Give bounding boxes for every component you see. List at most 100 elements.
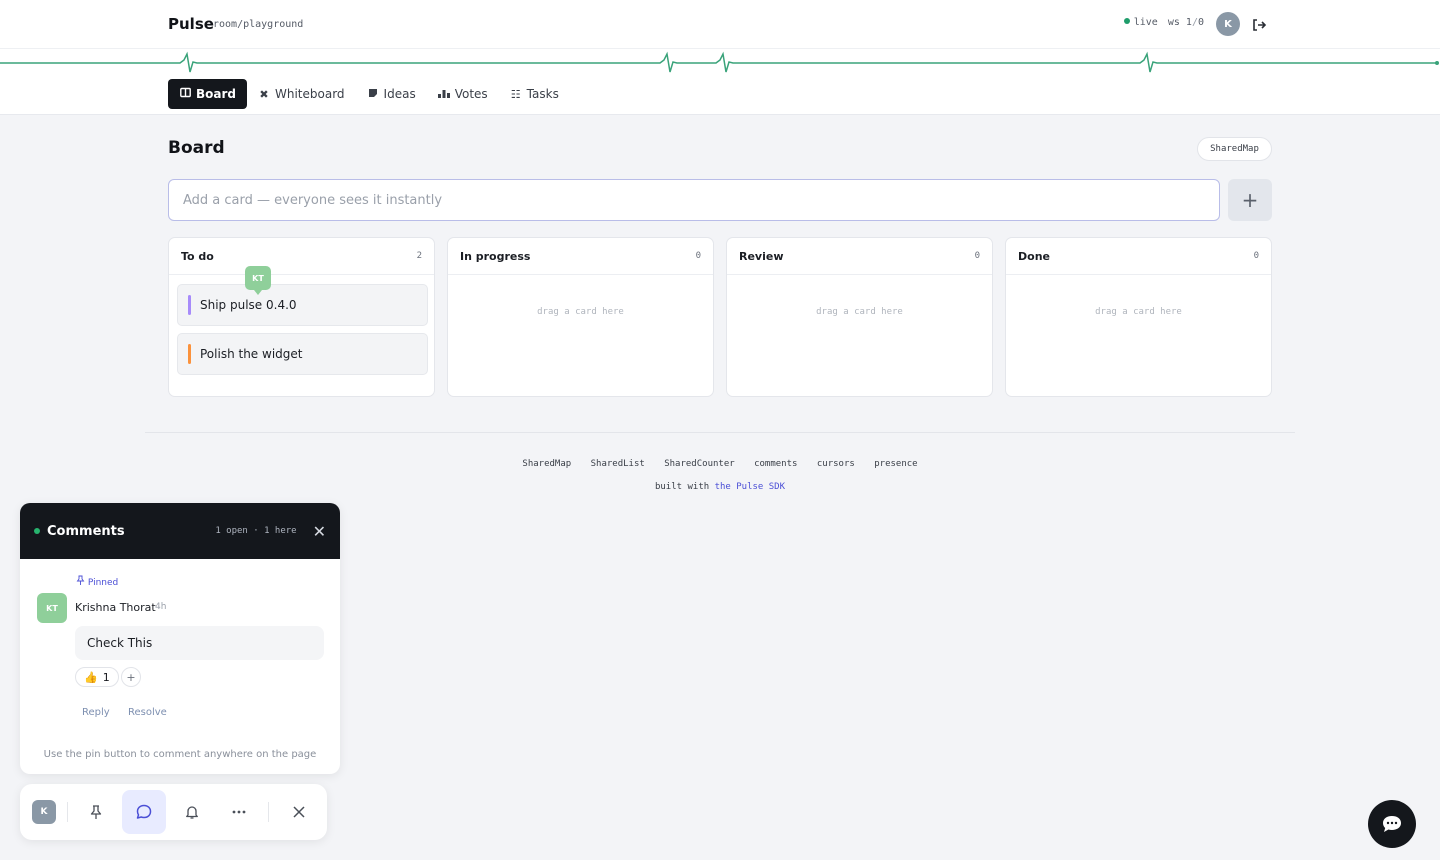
- status-live: live: [1133, 17, 1158, 28]
- comments-panel: Comments 1 open · 1 here ✕ Pinned KT Kri…: [20, 503, 340, 774]
- chat-icon: [1383, 816, 1401, 832]
- add-card-input[interactable]: [168, 179, 1220, 221]
- tools-icon: ✖: [259, 87, 269, 101]
- reply-button[interactable]: Reply: [82, 707, 110, 718]
- footer-link: cursors: [816, 459, 855, 469]
- pin-button[interactable]: [74, 790, 118, 834]
- kanban-columns: To do 2 Ship pulse 0.4.0 Polish the widg…: [168, 237, 1272, 397]
- built-prefix: built with: [654, 482, 710, 492]
- footer-link: comments: [754, 459, 798, 469]
- sdk-link[interactable]: the Pulse SDK: [715, 482, 785, 492]
- board-icon: [179, 87, 191, 101]
- close-icon[interactable]: ✕: [313, 522, 326, 541]
- status-ws: ws: [1167, 17, 1180, 28]
- footer-link: SharedCounter: [664, 459, 735, 469]
- comment-body: Check This: [75, 626, 324, 660]
- comments-hint: Use the pin button to comment anywhere o…: [43, 749, 317, 760]
- toolbar-avatar: K: [32, 800, 56, 824]
- card-item[interactable]: Ship pulse 0.4.0: [177, 284, 428, 326]
- app-header: Pulse room/playground live ws 1/0 K Board…: [0, 0, 1440, 115]
- more-button[interactable]: [217, 790, 261, 834]
- tab-label: Tasks: [526, 87, 559, 101]
- tasks-icon: ☷: [510, 87, 521, 101]
- tab-tasks[interactable]: ☷ Tasks: [499, 79, 570, 109]
- add-reaction-button[interactable]: +: [121, 667, 141, 687]
- column-count: 0: [695, 251, 701, 261]
- footer-link: SharedMap: [522, 459, 572, 469]
- comments-title: Comments: [47, 523, 125, 539]
- column-empty-hint: drag a card here: [816, 307, 903, 317]
- column-title: Review: [739, 249, 784, 263]
- tab-label: Board: [196, 87, 236, 101]
- status-count-b: 0: [1197, 17, 1204, 28]
- tab-label: Whiteboard: [275, 87, 345, 101]
- room-path: room/playground: [213, 19, 304, 30]
- card-item[interactable]: Polish the widget: [177, 333, 428, 375]
- bell-icon: [186, 806, 198, 819]
- toolbar-avatar-button[interactable]: K: [22, 790, 66, 834]
- comments-button[interactable]: [122, 790, 166, 834]
- pinned-label: Pinned: [76, 575, 118, 588]
- reaction-chip[interactable]: 👍 1: [75, 667, 119, 687]
- shared-map-badge: SharedMap: [1197, 137, 1272, 161]
- column-title: To do: [181, 249, 214, 263]
- comment-toolbar: K: [20, 784, 327, 840]
- tab-votes[interactable]: Votes: [427, 79, 499, 109]
- close-toolbar-button[interactable]: [277, 790, 321, 834]
- column-header: In progress 0: [448, 238, 713, 275]
- column-header: Done 0: [1006, 238, 1271, 275]
- live-dot-icon: [1123, 18, 1130, 24]
- column-count: 0: [1253, 251, 1259, 261]
- footer-link: SharedList: [590, 459, 645, 469]
- column-title: Done: [1018, 249, 1050, 263]
- tab-label: Ideas: [383, 87, 416, 101]
- user-avatar[interactable]: K: [1216, 12, 1240, 36]
- connection-status: live ws 1/0: [1123, 17, 1204, 28]
- comment-author-avatar: KT: [37, 593, 67, 623]
- votes-icon: [437, 88, 450, 101]
- column-header: To do 2: [169, 238, 434, 275]
- pin-icon: [76, 575, 85, 585]
- column-title: In progress: [460, 249, 531, 263]
- footer-built-with: built with the Pulse SDK: [0, 482, 1440, 492]
- column-empty-hint: drag a card here: [537, 307, 624, 317]
- presence-cursor-badge: KT: [245, 266, 271, 295]
- column-todo[interactable]: To do 2 Ship pulse 0.4.0 Polish the widg…: [168, 237, 435, 397]
- footer-links: SharedMap SharedList SharedCounter comme…: [0, 459, 1440, 469]
- column-in-progress[interactable]: In progress 0 drag a card here: [447, 237, 714, 397]
- card-text: Ship pulse 0.4.0: [200, 298, 297, 312]
- column-header: Review 0: [727, 238, 992, 275]
- tab-whiteboard[interactable]: ✖ Whiteboard: [247, 79, 356, 109]
- brand-name[interactable]: Pulse: [168, 15, 214, 33]
- tab-label: Votes: [454, 87, 488, 101]
- comment-icon: [136, 804, 152, 819]
- column-done[interactable]: Done 0 drag a card here: [1005, 237, 1272, 397]
- logout-icon[interactable]: [1250, 16, 1268, 34]
- column-review[interactable]: Review 0 drag a card here: [726, 237, 993, 397]
- resolve-button[interactable]: Resolve: [128, 707, 167, 718]
- toolbar-divider: [67, 802, 68, 822]
- add-card-button[interactable]: +: [1228, 179, 1272, 221]
- toolbar-divider: [268, 802, 269, 822]
- card-text: Polish the widget: [200, 347, 303, 361]
- comment-time: 4h: [155, 602, 167, 612]
- online-dot-icon: [34, 528, 40, 534]
- page-title: Board: [168, 138, 225, 158]
- comments-meta: 1 open · 1 here: [215, 526, 297, 536]
- note-icon: [367, 88, 379, 101]
- more-icon: [232, 810, 246, 814]
- card-color-bar: [188, 295, 191, 315]
- chat-button[interactable]: [1368, 800, 1416, 848]
- comment-author: Krishna Thorat: [75, 601, 156, 614]
- card-color-bar: [188, 344, 191, 364]
- thumbs-up-icon: 👍: [84, 670, 98, 684]
- notifications-button[interactable]: [170, 790, 214, 834]
- column-empty-hint: drag a card here: [1095, 307, 1182, 317]
- footer-divider: [145, 432, 1295, 433]
- column-count: 2: [416, 251, 422, 261]
- tab-ideas[interactable]: Ideas: [356, 79, 427, 109]
- tab-bar: Board ✖ Whiteboard Ideas Votes ☷ Tasks: [168, 79, 570, 109]
- pulse-line: [0, 51, 1439, 73]
- tab-board[interactable]: Board: [168, 79, 247, 109]
- pin-icon: [90, 805, 102, 819]
